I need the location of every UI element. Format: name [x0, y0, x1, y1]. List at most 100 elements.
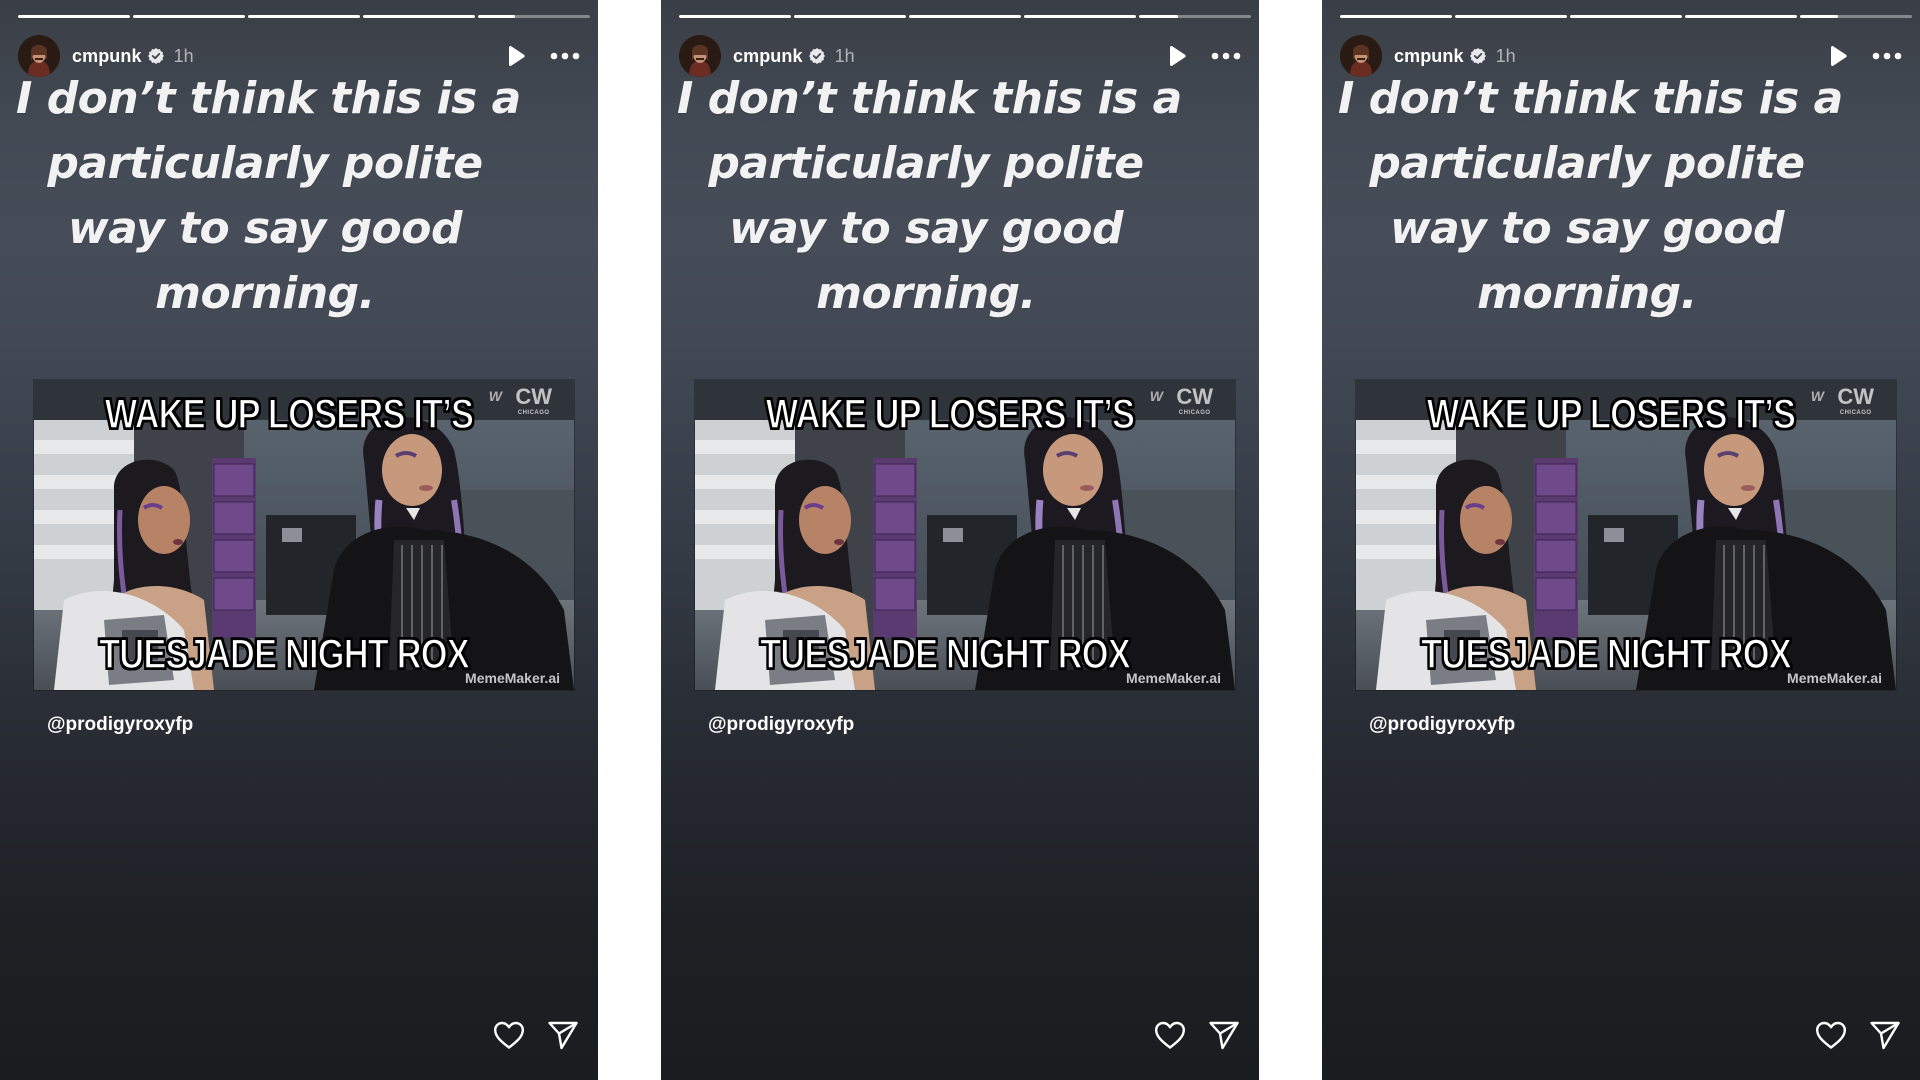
- story-progress-bar: [18, 15, 590, 19]
- mention-sticker[interactable]: @prodigyroxyfp: [1369, 714, 1515, 736]
- progress-segment: [1685, 15, 1797, 18]
- progress-segment: [1570, 15, 1682, 18]
- meme-bottom-caption: TUESJADE NIGHT ROX: [1420, 629, 1792, 678]
- progress-segment: [1455, 15, 1567, 18]
- progress-fill: [478, 15, 515, 18]
- progress-segment: [1340, 15, 1452, 18]
- meme-image[interactable]: W CW CHICAGO WAKE UP LOSERS IT’S TUESJAD…: [1356, 380, 1896, 690]
- progress-fill: [248, 15, 360, 18]
- progress-segment: [679, 15, 791, 18]
- headline-line: I don’t think this is a: [677, 73, 1182, 124]
- username[interactable]: cmpunk: [1394, 46, 1464, 67]
- story-panel-2[interactable]: cmpunk 1h I don’t think this is a partic…: [661, 0, 1259, 1080]
- progress-fill: [1570, 15, 1682, 18]
- more-horizontal-icon: [1872, 52, 1902, 60]
- headline-line: morning.: [155, 268, 375, 319]
- more-horizontal-icon: [550, 52, 580, 60]
- post-time: 1h: [1495, 45, 1516, 66]
- play-button[interactable]: [1826, 44, 1850, 68]
- mention-sticker[interactable]: @prodigyroxyfp: [47, 714, 193, 736]
- play-icon: [1170, 45, 1186, 67]
- progress-fill: [1800, 15, 1839, 18]
- progress-segment: [794, 15, 906, 18]
- meme-bottom-caption: TUESJADE NIGHT ROX: [759, 629, 1131, 678]
- share-button[interactable]: [1868, 1018, 1902, 1052]
- stories-triptych: cmpunk 1h I don’t think this is a partic…: [0, 0, 1920, 1080]
- more-options-button[interactable]: [1872, 44, 1902, 68]
- meme-image[interactable]: W CW CHICAGO WAKE UP LOSERS IT’S TUESJAD…: [695, 380, 1235, 690]
- story-progress-bar: [1340, 15, 1912, 19]
- share-button[interactable]: [546, 1018, 580, 1052]
- verified-badge-icon: [1469, 48, 1486, 64]
- meme-bottom-caption: TUESJADE NIGHT ROX: [98, 629, 470, 678]
- headline-line: particularly polite: [1369, 138, 1805, 189]
- share-button[interactable]: [1207, 1018, 1241, 1052]
- send-icon: [1870, 1021, 1900, 1050]
- progress-segment: [1139, 15, 1251, 18]
- progress-fill: [18, 15, 130, 18]
- more-horizontal-icon: [1211, 52, 1241, 60]
- story-panel-1[interactable]: cmpunk 1h I don’t think this is a partic…: [0, 0, 598, 1080]
- story-headline-text: I don’t think this is a particularly pol…: [1332, 66, 1843, 326]
- story-progress-bar: [679, 15, 1251, 19]
- play-icon: [509, 45, 525, 67]
- progress-segment: [363, 15, 475, 18]
- heart-icon: [1155, 1021, 1185, 1049]
- progress-fill: [1340, 15, 1452, 18]
- headline-line: morning.: [1477, 268, 1697, 319]
- like-button[interactable]: [492, 1018, 526, 1052]
- send-icon: [548, 1021, 578, 1050]
- post-time: 1h: [834, 45, 855, 66]
- meme-watermark: MemeMaker.ai: [465, 670, 560, 686]
- username[interactable]: cmpunk: [733, 46, 803, 67]
- like-button[interactable]: [1814, 1018, 1848, 1052]
- story-actions: [492, 1018, 580, 1052]
- like-button[interactable]: [1153, 1018, 1187, 1052]
- meme-top-caption: WAKE UP LOSERS IT’S: [104, 389, 474, 438]
- play-button[interactable]: [504, 44, 528, 68]
- story-headline-text: I don’t think this is a particularly pol…: [10, 66, 521, 326]
- send-icon: [1209, 1021, 1239, 1050]
- headline-line: way to say good: [1389, 203, 1785, 254]
- headline-line: particularly polite: [47, 138, 483, 189]
- verified-badge-icon: [147, 48, 164, 64]
- progress-fill: [1685, 15, 1797, 18]
- headline-line: way to say good: [67, 203, 463, 254]
- progress-segment: [133, 15, 245, 18]
- headline-line: way to say good: [728, 203, 1124, 254]
- progress-segment: [478, 15, 590, 18]
- progress-fill: [1024, 15, 1136, 18]
- progress-fill: [1455, 15, 1567, 18]
- headline-line: I don’t think this is a: [16, 73, 521, 124]
- progress-segment: [1024, 15, 1136, 18]
- story-actions: [1814, 1018, 1902, 1052]
- meme-top-caption: WAKE UP LOSERS IT’S: [765, 389, 1135, 438]
- progress-fill: [1139, 15, 1179, 18]
- story-actions: [1153, 1018, 1241, 1052]
- heart-icon: [1816, 1021, 1846, 1049]
- more-options-button[interactable]: [1211, 44, 1241, 68]
- username[interactable]: cmpunk: [72, 46, 142, 67]
- progress-segment: [18, 15, 130, 18]
- meme-watermark: MemeMaker.ai: [1126, 670, 1221, 686]
- progress-fill: [679, 15, 791, 18]
- meme-top-caption: WAKE UP LOSERS IT’S: [1426, 389, 1796, 438]
- meme-image[interactable]: W CW CHICAGO WAKE UP LOSERS IT’S TUESJAD…: [34, 380, 574, 690]
- progress-fill: [909, 15, 1021, 18]
- story-panel-3[interactable]: cmpunk 1h I don’t think this is a partic…: [1322, 0, 1920, 1080]
- headline-line: I don’t think this is a: [1338, 73, 1843, 124]
- heart-icon: [494, 1021, 524, 1049]
- meme-watermark: MemeMaker.ai: [1787, 670, 1882, 686]
- headline-line: particularly polite: [708, 138, 1144, 189]
- progress-segment: [248, 15, 360, 18]
- mention-sticker[interactable]: @prodigyroxyfp: [708, 714, 854, 736]
- verified-badge-icon: [808, 48, 825, 64]
- more-options-button[interactable]: [550, 44, 580, 68]
- post-time: 1h: [173, 45, 194, 66]
- progress-fill: [133, 15, 245, 18]
- play-button[interactable]: [1165, 44, 1189, 68]
- headline-line: morning.: [816, 268, 1036, 319]
- progress-segment: [909, 15, 1021, 18]
- progress-segment: [1800, 15, 1912, 18]
- play-icon: [1831, 45, 1847, 67]
